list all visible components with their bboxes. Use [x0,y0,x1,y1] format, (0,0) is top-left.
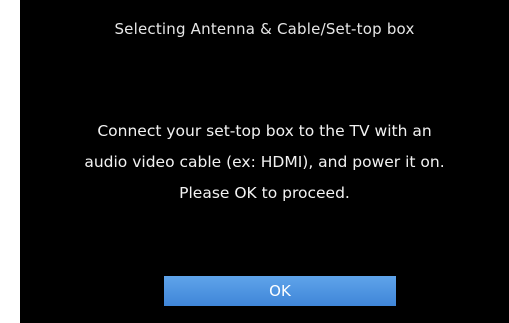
dialog-message: Connect your set-top box to the TV with … [20,116,509,209]
ok-button[interactable]: OK [164,276,396,306]
message-line: Please OK to proceed. [179,184,350,202]
dialog-title: Selecting Antenna & Cable/Set-top box [114,20,415,38]
message-line: audio video cable (ex: HDMI), and power … [84,153,445,171]
tv-setup-screen: Selecting Antenna & Cable/Set-top box Co… [20,0,509,323]
message-line: Connect your set-top box to the TV with … [97,122,432,140]
